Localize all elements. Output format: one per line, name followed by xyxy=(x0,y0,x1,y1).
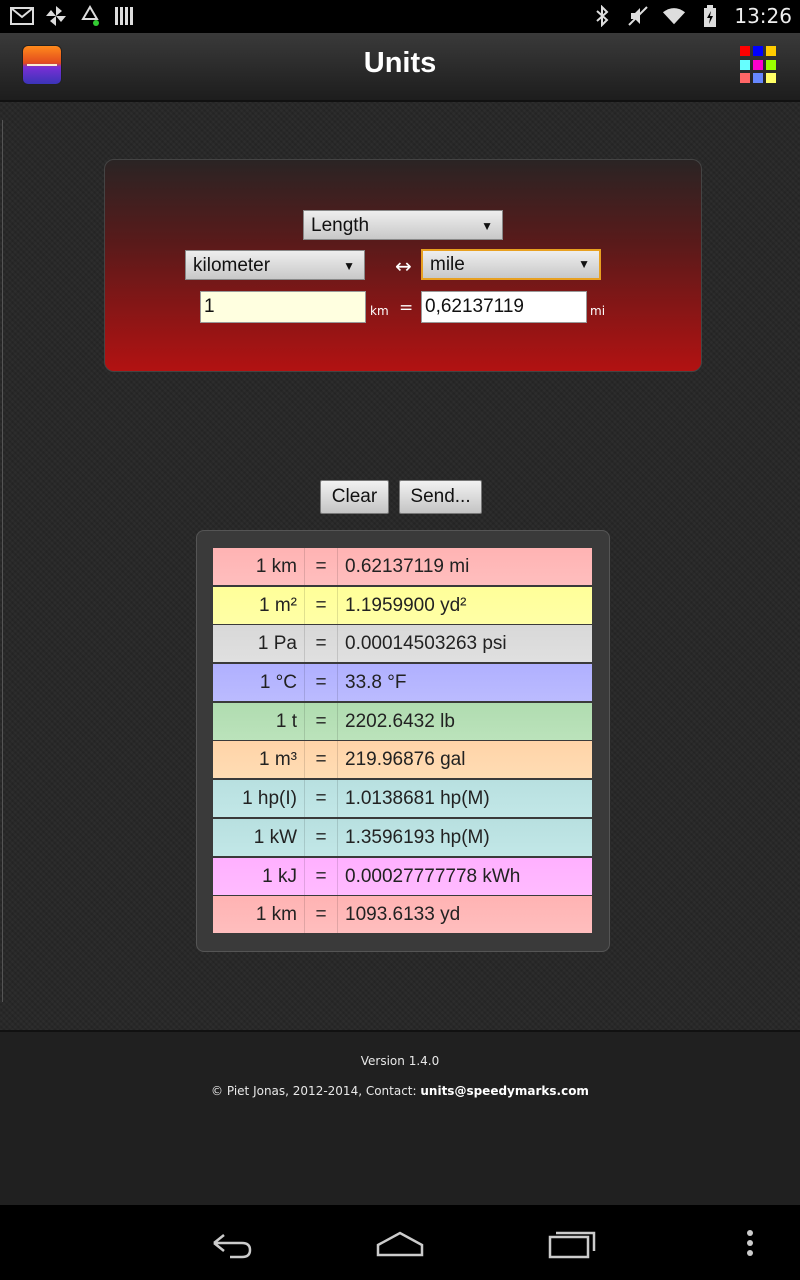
battery-icon xyxy=(698,5,722,27)
bluetooth-icon xyxy=(590,5,614,27)
to-unit-symbol: mi xyxy=(590,304,606,318)
result-row[interactable]: 1 kJ = 0.00027777778 kWh xyxy=(213,857,592,895)
send-button[interactable]: Send... xyxy=(399,480,482,514)
overflow-menu-icon[interactable] xyxy=(735,1223,765,1263)
result-equals: = xyxy=(304,625,338,663)
status-bar: 13:26 xyxy=(0,0,800,33)
dropdown-arrow-icon: ▼ xyxy=(578,257,590,271)
result-equals: = xyxy=(304,857,338,895)
result-target: 33.8 °F xyxy=(345,672,407,694)
dropdown-arrow-icon: ▼ xyxy=(481,219,493,233)
color-grid-cell xyxy=(766,46,776,56)
navigation-bar xyxy=(0,1205,800,1280)
result-row[interactable]: 1 km = 0.62137119 mi xyxy=(213,548,592,585)
recycle-icon xyxy=(78,5,102,27)
result-target: 1.1959900 yd² xyxy=(345,594,467,616)
equals-sign: = xyxy=(399,298,414,318)
result-target: 1.3596193 hp(M) xyxy=(345,826,490,848)
home-icon[interactable] xyxy=(370,1223,430,1263)
clock-time: 13:26 xyxy=(734,4,792,28)
clear-button[interactable]: Clear xyxy=(320,480,389,514)
result-source: 1 t xyxy=(275,710,297,732)
contact-email-link[interactable]: units@speedymarks.com xyxy=(420,1084,589,1098)
result-source: 1 Pa xyxy=(257,633,297,655)
result-target: 0.62137119 mi xyxy=(345,556,470,577)
result-source: 1 m² xyxy=(259,594,297,616)
result-target: 1093.6133 yd xyxy=(345,904,461,926)
result-source: 1 °C xyxy=(259,672,297,694)
color-grid-cell xyxy=(753,46,763,56)
result-source: 1 km xyxy=(255,904,297,926)
results-table: 1 km = 0.62137119 mi 1 m² = 1.1959900 yd² 1 Pa… xyxy=(213,548,592,935)
result-row[interactable]: 1 m³ = 219.96876 gal xyxy=(213,741,592,779)
from-unit-select[interactable]: kilometer ▼ xyxy=(185,250,365,280)
from-unit-value: kilometer xyxy=(193,255,271,276)
back-icon[interactable] xyxy=(200,1223,260,1263)
result-row[interactable]: 1 °C = 33.8 °F xyxy=(213,664,592,702)
result-equals: = xyxy=(304,664,338,702)
main-content: Length ▼ kilometer ▼ ↔ mile ▼ 1 km = 0,6… xyxy=(0,102,800,1030)
color-grid-cell xyxy=(766,73,776,84)
pinwheel-icon xyxy=(44,5,68,27)
color-grid-cell xyxy=(740,59,750,70)
result-source: 1 hp(I) xyxy=(242,788,297,810)
color-grid-cell xyxy=(753,73,763,84)
color-grid-cell xyxy=(753,59,763,70)
result-target: 0.00027777778 kWh xyxy=(345,865,521,887)
mute-icon xyxy=(626,5,650,27)
result-row[interactable]: 1 t = 2202.6432 lb xyxy=(213,702,592,740)
result-target: 0.00014503263 psi xyxy=(345,633,507,655)
category-select-value: Length xyxy=(311,215,370,236)
result-equals: = xyxy=(304,818,338,856)
result-target: 1.0138681 hp(M) xyxy=(345,788,490,810)
result-row[interactable]: 1 kW = 1.3596193 hp(M) xyxy=(213,818,592,856)
result-target: 219.96876 gal xyxy=(345,749,466,771)
result-row[interactable]: 1 m² = 1.1959900 yd² xyxy=(213,586,592,624)
result-equals: = xyxy=(304,780,338,818)
converter-panel: Length ▼ kilometer ▼ ↔ mile ▼ 1 km = 0,6… xyxy=(104,159,702,372)
result-source: 1 km xyxy=(255,556,297,577)
copyright-label: © Piet Jonas, 2012-2014, Contact: xyxy=(211,1084,421,1098)
divider xyxy=(2,120,3,1002)
swap-units-button[interactable]: ↔ xyxy=(395,254,412,278)
recents-icon[interactable] xyxy=(542,1223,602,1263)
page-title: Units xyxy=(363,47,437,79)
action-bar: Units xyxy=(0,33,800,102)
color-grid-cell xyxy=(766,59,776,70)
result-equals: = xyxy=(304,741,338,779)
results-panel: 1 km = 0.62137119 mi 1 m² = 1.1959900 yd² 1 Pa… xyxy=(196,530,610,952)
result-row[interactable]: 1 km = 1093.6133 yd xyxy=(213,896,592,934)
from-unit-symbol: km xyxy=(370,304,389,318)
dropdown-arrow-icon: ▼ xyxy=(343,259,355,273)
color-grid-cell xyxy=(740,73,750,84)
version-text: Version 1.4.0 xyxy=(360,1054,440,1068)
color-grid-cell xyxy=(740,46,750,56)
to-unit-value: mile xyxy=(430,254,465,275)
result-equals: = xyxy=(304,548,338,585)
result-row[interactable]: 1 Pa = 0.00014503263 psi xyxy=(213,625,592,663)
result-source: 1 kW xyxy=(253,826,297,848)
wifi-icon xyxy=(662,5,686,27)
result-row[interactable]: 1 hp(I) = 1.0138681 hp(M) xyxy=(213,780,592,818)
category-select[interactable]: Length ▼ xyxy=(303,210,503,240)
color-grid-menu-icon[interactable] xyxy=(740,46,778,84)
result-target: 2202.6432 lb xyxy=(345,710,455,732)
to-unit-select[interactable]: mile ▼ xyxy=(421,249,601,280)
footer: Version 1.4.0 © Piet Jonas, 2012-2014, C… xyxy=(0,1030,800,1207)
result-source: 1 m³ xyxy=(259,749,297,771)
barcode-icon xyxy=(112,5,136,27)
to-value-input[interactable]: 0,62137119 xyxy=(421,291,587,323)
result-equals: = xyxy=(304,586,338,624)
result-equals: = xyxy=(304,702,338,740)
gmail-icon xyxy=(10,5,34,27)
result-equals: = xyxy=(304,896,338,934)
from-value-input[interactable]: 1 xyxy=(200,291,366,323)
copyright-text: © Piet Jonas, 2012-2014, Contact: units@… xyxy=(0,1084,800,1098)
result-source: 1 kJ xyxy=(262,865,297,887)
